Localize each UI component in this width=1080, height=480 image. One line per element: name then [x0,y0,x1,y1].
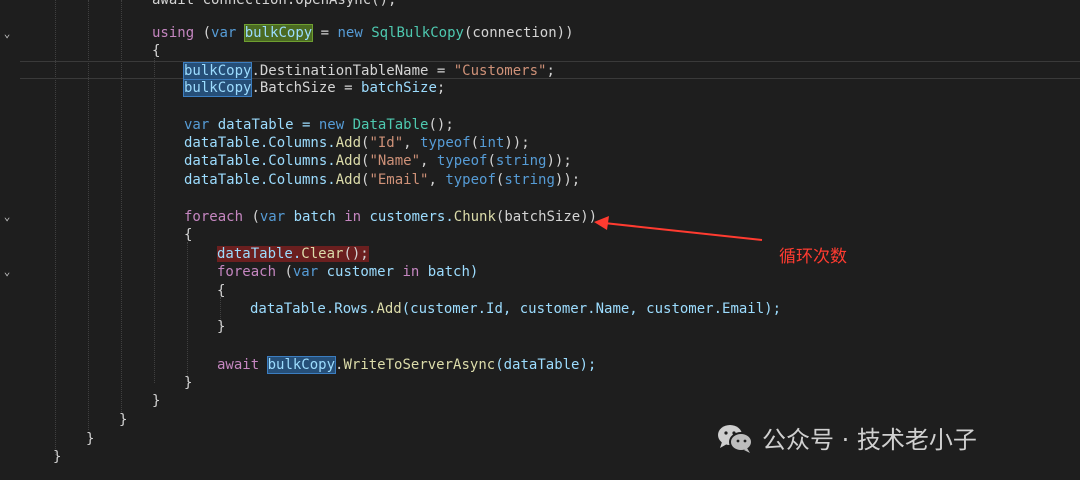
code-line[interactable]: dataTable.Columns.Add("Email", typeof(st… [0,171,1080,189]
code-line[interactable]: using (var bulkCopy = new SqlBulkCopy(co… [0,24,1080,42]
code-line[interactable]: dataTable.Columns.Add("Id", typeof(int))… [0,134,1080,152]
symbol-highlight[interactable]: bulkCopy [182,62,253,80]
watermark: 公众号 · 技术老小子 [716,420,977,455]
code-line[interactable]: } [0,374,1080,392]
code-line[interactable]: dataTable.Columns.Add("Name", typeof(str… [0,152,1080,170]
code-line[interactable]: dataTable.Rows.Add(customer.Id, customer… [0,300,1080,318]
code-line[interactable]: { [0,226,1080,244]
current-code-line[interactable]: bulkCopy.DestinationTableName = "Custome… [20,61,1080,80]
code-line[interactable]: } [0,392,1080,410]
code-line[interactable]: { [0,282,1080,300]
code-line[interactable]: var dataTable = new DataTable(); [0,116,1080,134]
code-line[interactable]: foreach (var batch in customers.Chunk(ba… [0,208,1080,226]
code-line[interactable]: bulkCopy.BatchSize = batchSize; [0,79,1080,97]
code-line[interactable]: } [0,318,1080,336]
code-line[interactable]: dataTable.Clear(); [0,245,1080,263]
code-line[interactable]: await bulkCopy.WriteToServerAsync(dataTa… [0,356,1080,374]
code-line[interactable]: await connection.OpenAsync(); [0,0,1080,9]
error-highlight[interactable]: dataTable.Clear(); [217,246,369,262]
code-line[interactable]: { [0,42,1080,60]
symbol-highlight[interactable]: bulkCopy [266,356,337,374]
wechat-logo-icon [716,422,754,454]
symbol-highlight[interactable]: bulkCopy [243,24,314,42]
code-editor[interactable]: ⌄ ⌄ ⌄ await connection.OpenAsync(); usin… [0,0,1080,480]
annotation-label: 循环次数 [779,247,847,267]
symbol-highlight[interactable]: bulkCopy [182,79,253,97]
code-line[interactable]: foreach (var customer in batch) [0,263,1080,281]
watermark-text: 公众号 · 技术老小子 [762,426,977,454]
